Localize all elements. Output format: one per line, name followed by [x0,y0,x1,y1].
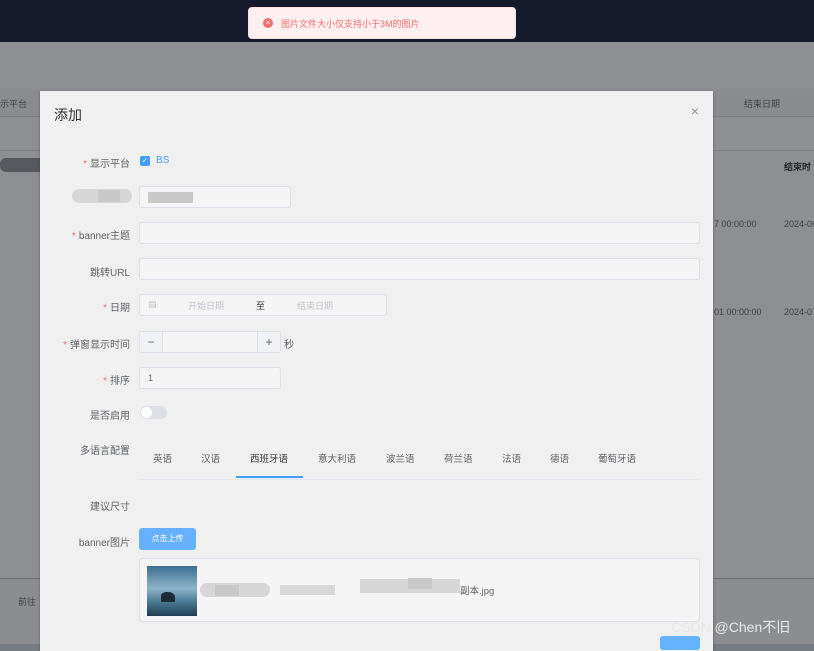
start-date-input[interactable]: 开始日期 [188,299,224,312]
banner-title-input[interactable] [139,222,700,244]
tab-english[interactable]: 英语 [153,451,172,465]
uploaded-file-item[interactable]: 副本.jpg [139,558,700,622]
error-circle-icon: × [263,18,273,28]
platform-label: * 显示平台 [83,159,130,170]
background-row2-date: 2024-07 [784,307,814,317]
decrement-button[interactable]: − [140,332,163,352]
enabled-label: 是否启用 [90,411,130,422]
jump-url-label: 跳转URL [89,268,130,279]
sort-label: * 排序 [103,376,130,387]
platform-bs-checkbox[interactable]: ✓ [140,156,150,166]
image-thumbnail [147,566,197,616]
background-col-end: 结束日期 [744,99,781,109]
jump-url-input[interactable] [139,258,700,280]
toast-message: 图片文件大小仅支持小于3M的图片 [281,18,420,29]
platform-bs-label[interactable]: BS [156,155,169,166]
background-col-platform: 示平台 [0,99,28,109]
blurred-label-part [98,190,120,202]
end-date-input[interactable]: 结束日期 [297,299,333,312]
background-col-end2: 结束时 [784,162,812,172]
calendar-icon: ▤ [148,299,157,309]
blurred-field[interactable] [139,186,291,208]
dialog-title: 添加 [54,107,82,123]
language-tabs: 英语 汉语 西班牙语 意大利语 波兰语 荷兰语 法语 德语 葡萄牙语 [139,443,699,480]
active-tab-indicator [236,476,303,478]
tab-polish[interactable]: 波兰语 [386,451,415,465]
tab-chinese[interactable]: 汉语 [201,451,220,465]
tab-spanish[interactable]: 西班牙语 [250,451,288,465]
background-row2-time: 01 00:00:00 [714,307,762,317]
watermark: CSDN @Chen不旧 [671,619,791,635]
close-icon[interactable]: × [691,103,699,119]
tab-german[interactable]: 德语 [550,451,569,465]
background-row1-time: 7 00:00:00 [714,219,757,229]
tab-italian[interactable]: 意大利语 [318,451,356,465]
tab-french[interactable]: 法语 [502,451,521,465]
add-dialog: 添加 × * 显示平台 ✓ BS * banner主题 跳转URL * 日期 ▤ 开始… [40,91,713,651]
seconds-unit: 秒 [284,340,294,351]
increment-button[interactable]: + [257,332,280,352]
tab-dutch[interactable]: 荷兰语 [444,451,473,465]
background-row1-date: 2024-06 [784,219,814,229]
enabled-switch[interactable] [140,406,167,419]
date-label: * 日期 [103,303,130,314]
popup-time-label: * 弹窗显示时间 [63,340,130,351]
background-pager-text: 前往 [18,597,37,607]
date-range-picker[interactable]: ▤ 开始日期 至 结束日期 [139,294,387,316]
multilang-label: 多语言配置 [80,446,130,457]
date-separator: 至 [256,301,266,311]
file-name: 副本.jpg [460,586,495,597]
confirm-button[interactable] [660,636,700,650]
sort-input[interactable]: 1 [139,367,281,389]
suggest-size-label: 建议尺寸 [90,502,130,513]
popup-time-stepper[interactable]: − + [139,331,281,353]
switch-knob [141,407,152,418]
banner-title-label: * banner主题 [71,231,130,242]
upload-button[interactable]: 点击上传 [139,528,196,550]
error-toast: × 图片文件大小仅支持小于3M的图片 [248,7,516,39]
tab-portuguese[interactable]: 葡萄牙语 [598,451,636,465]
banner-image-label: banner图片 [78,538,130,549]
